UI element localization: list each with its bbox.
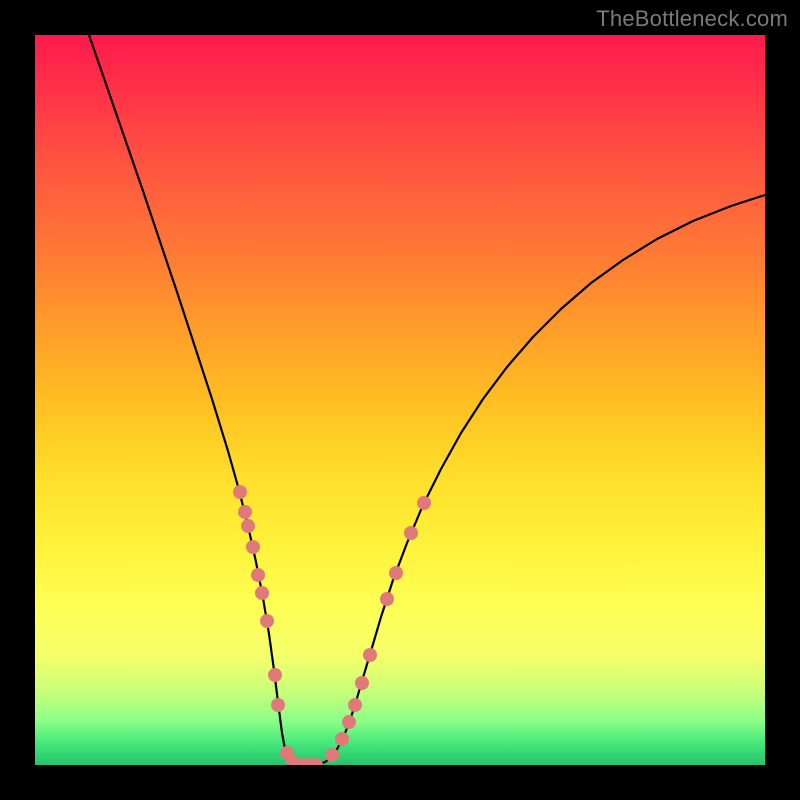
data-dot — [363, 648, 377, 662]
data-dot — [241, 519, 255, 533]
data-dot — [417, 496, 431, 510]
data-dot — [251, 568, 265, 582]
data-dot — [380, 592, 394, 606]
data-dot — [246, 540, 260, 554]
data-dots-layer — [35, 35, 765, 765]
watermark-text: TheBottleneck.com — [596, 6, 788, 32]
data-dot — [268, 668, 282, 682]
chart-frame: TheBottleneck.com — [0, 0, 800, 800]
plot-area — [35, 35, 765, 765]
data-dot — [309, 758, 323, 765]
data-dot — [271, 698, 285, 712]
data-dot — [404, 526, 418, 540]
data-dot — [335, 732, 349, 746]
data-dot — [260, 614, 274, 628]
data-dot — [389, 566, 403, 580]
data-dot — [348, 698, 362, 712]
data-dot — [233, 485, 247, 499]
data-dot — [342, 715, 356, 729]
data-dot — [355, 676, 369, 690]
data-dot — [255, 586, 269, 600]
data-dot — [238, 505, 252, 519]
data-dot — [325, 748, 339, 762]
